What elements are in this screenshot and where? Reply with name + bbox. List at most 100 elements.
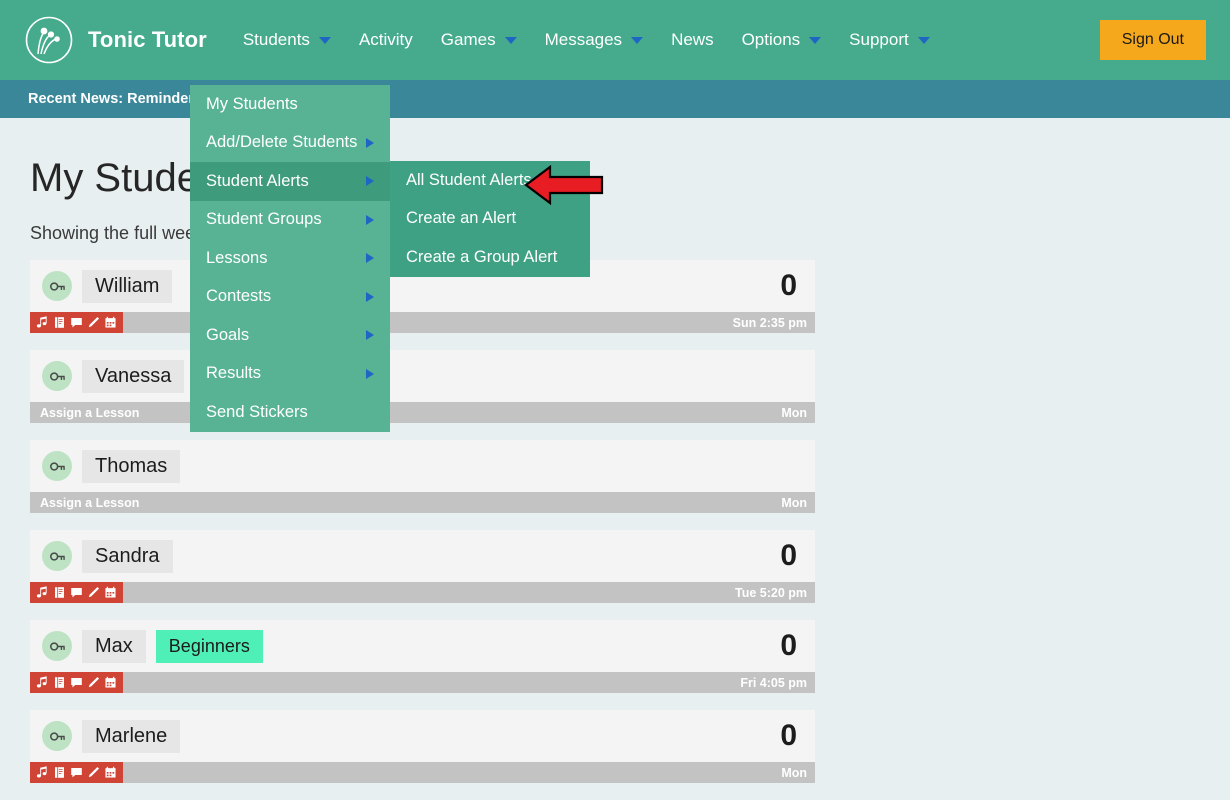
- top-navbar: Tonic Tutor Students Activity Games Mess…: [0, 0, 1230, 80]
- key-icon[interactable]: [42, 451, 72, 481]
- key-icon[interactable]: [42, 271, 72, 301]
- speech-bubble-icon[interactable]: [70, 316, 83, 329]
- student-name[interactable]: Thomas: [82, 450, 180, 483]
- student-card: MaxBeginners0Fri 4:05 pm: [30, 620, 815, 693]
- key-icon[interactable]: [42, 631, 72, 661]
- assign-lesson-link[interactable]: Assign a Lesson: [30, 406, 139, 420]
- tonic-circle-logo-icon[interactable]: [24, 15, 74, 65]
- music-note-icon[interactable]: [36, 676, 49, 689]
- chevron-right-icon: [366, 215, 374, 225]
- student-name[interactable]: Vanessa: [82, 360, 184, 393]
- key-icon[interactable]: [42, 361, 72, 391]
- main-content: My Students Showing the full week Willia…: [0, 118, 1230, 783]
- key-icon[interactable]: [42, 721, 72, 751]
- speech-bubble-icon[interactable]: [70, 586, 83, 599]
- calendar-icon[interactable]: [104, 766, 117, 779]
- student-card: Vanessa Assign a Lesson Mon: [30, 350, 815, 423]
- nav-item-news[interactable]: News: [657, 0, 728, 80]
- student-timestamp: Mon: [781, 766, 815, 780]
- nav-item-options[interactable]: Options: [728, 0, 836, 80]
- chevron-right-icon: [366, 176, 374, 186]
- book-icon[interactable]: [53, 586, 66, 599]
- recent-news-text: Recent News: Reminder: J: [28, 91, 211, 107]
- dropdown-item-add-delete-students[interactable]: Add/Delete Students: [190, 124, 390, 163]
- dropdown-item-contests[interactable]: Contests: [190, 278, 390, 317]
- student-list: William 0 Sun 2:35 pm Vanessa Assign a Lesso…: [30, 260, 815, 783]
- student-name[interactable]: Max: [82, 630, 146, 663]
- dropdown-item-label: Lessons: [206, 249, 267, 268]
- nav-label: Options: [742, 0, 801, 80]
- assign-lesson-link[interactable]: Assign a Lesson: [30, 496, 139, 510]
- nav-label: Games: [441, 0, 496, 80]
- calendar-icon[interactable]: [104, 586, 117, 599]
- pencil-icon[interactable]: [87, 586, 100, 599]
- pencil-icon[interactable]: [87, 676, 100, 689]
- music-note-icon[interactable]: [36, 586, 49, 599]
- student-name[interactable]: William: [82, 270, 172, 303]
- recent-news-bar[interactable]: Recent News: Reminder: J: [0, 80, 1230, 118]
- student-action-icons: [30, 312, 123, 333]
- book-icon[interactable]: [53, 766, 66, 779]
- student-timestamp: Fri 4:05 pm: [740, 676, 815, 690]
- student-card-footer: Assign a LessonMon: [30, 492, 815, 513]
- student-card-footer: Tue 5:20 pm: [30, 582, 815, 603]
- student-alerts-submenu: All Student AlertsCreate an AlertCreate …: [390, 161, 590, 277]
- pencil-icon[interactable]: [87, 316, 100, 329]
- dropdown-item-label: Send Stickers: [206, 403, 308, 422]
- nav-label: News: [671, 0, 714, 80]
- speech-bubble-icon[interactable]: [70, 676, 83, 689]
- student-card-header: Thomas: [30, 440, 815, 492]
- music-note-icon[interactable]: [36, 766, 49, 779]
- submenu-item-all-student-alerts[interactable]: All Student Alerts: [390, 161, 590, 200]
- students-dropdown-menu: My Students Add/Delete Students Student Al…: [190, 85, 390, 432]
- nav-item-support[interactable]: Support: [835, 0, 944, 80]
- student-card: Sandra 0 Tue 5:20 pm: [30, 530, 815, 603]
- chevron-right-icon: [366, 330, 374, 340]
- submenu-item-create-a-group-alert[interactable]: Create a Group Alert: [390, 238, 590, 277]
- nav-item-games[interactable]: Games: [427, 0, 531, 80]
- dropdown-item-label: Add/Delete Students: [206, 133, 357, 152]
- book-icon[interactable]: [53, 676, 66, 689]
- nav-item-students[interactable]: Students: [229, 0, 345, 80]
- chevron-down-icon: [809, 37, 821, 44]
- nav-label: Activity: [359, 0, 413, 80]
- calendar-icon[interactable]: [104, 676, 117, 689]
- nav-item-activity[interactable]: Activity: [345, 0, 427, 80]
- dropdown-item-label: Results: [206, 364, 261, 383]
- student-action-icons: [30, 582, 123, 603]
- music-note-icon[interactable]: [36, 316, 49, 329]
- calendar-icon[interactable]: [104, 316, 117, 329]
- pencil-icon[interactable]: [87, 766, 100, 779]
- speech-bubble-icon[interactable]: [70, 766, 83, 779]
- dropdown-item-student-alerts[interactable]: Student Alerts: [190, 162, 390, 201]
- dropdown-item-my-students[interactable]: My Students: [190, 85, 390, 124]
- dropdown-item-send-stickers[interactable]: Send Stickers: [190, 393, 390, 432]
- chevron-down-icon: [631, 37, 643, 44]
- student-group-tag[interactable]: Beginners: [156, 630, 263, 663]
- chevron-right-icon: [366, 369, 374, 379]
- student-name[interactable]: Marlene: [82, 720, 180, 753]
- student-count: 0: [780, 721, 805, 751]
- submenu-item-create-an-alert[interactable]: Create an Alert: [390, 200, 590, 239]
- brand-name[interactable]: Tonic Tutor: [88, 27, 207, 53]
- chevron-right-icon: [366, 138, 374, 148]
- dropdown-item-goals[interactable]: Goals: [190, 316, 390, 355]
- key-icon[interactable]: [42, 541, 72, 571]
- nav-label: Messages: [545, 0, 622, 80]
- student-name[interactable]: Sandra: [82, 540, 173, 573]
- student-card-header: Sandra 0: [30, 530, 815, 582]
- book-icon[interactable]: [53, 316, 66, 329]
- student-count: 0: [780, 541, 805, 571]
- chevron-down-icon: [505, 37, 517, 44]
- dropdown-item-student-groups[interactable]: Student Groups: [190, 201, 390, 240]
- student-card: Thomas Assign a LessonMon: [30, 440, 815, 513]
- dropdown-item-label: Student Groups: [206, 210, 322, 229]
- nav-item-messages[interactable]: Messages: [531, 0, 657, 80]
- student-card-header: Marlene 0: [30, 710, 815, 762]
- student-timestamp: Mon: [781, 406, 815, 420]
- student-card-footer: Sun 2:35 pm: [30, 312, 815, 333]
- sign-out-button[interactable]: Sign Out: [1100, 20, 1206, 60]
- dropdown-item-lessons[interactable]: Lessons: [190, 239, 390, 278]
- dropdown-item-results[interactable]: Results: [190, 355, 390, 394]
- dropdown-item-label: My Students: [206, 95, 298, 114]
